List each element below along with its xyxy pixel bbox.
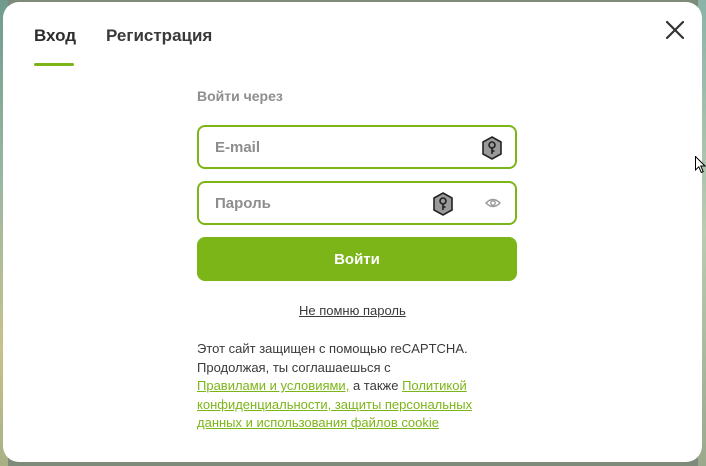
forgot-password-link[interactable]: Не помню пароль <box>299 303 406 318</box>
tab-register[interactable]: Регистрация <box>106 26 212 46</box>
close-icon <box>665 20 685 40</box>
active-tab-indicator <box>34 63 74 66</box>
tab-login[interactable]: Вход <box>34 26 76 46</box>
key-icon[interactable] <box>481 136 503 160</box>
terms-link[interactable]: Правилами и условиями, <box>197 378 349 393</box>
mouse-cursor-icon <box>695 156 706 174</box>
recaptcha-notice: Этот сайт защищен с помощью reCAPTCHA. П… <box>197 340 517 433</box>
email-field-wrapper <box>197 125 517 169</box>
eye-icon[interactable] <box>485 197 501 209</box>
close-button[interactable] <box>663 18 687 42</box>
recaptcha-line1: Этот сайт защищен с помощью reCAPTCHA. <box>197 341 468 356</box>
key-icon[interactable] <box>432 192 454 216</box>
email-field[interactable] <box>199 127 515 167</box>
password-field-wrapper <box>197 181 517 225</box>
password-field[interactable] <box>199 183 515 223</box>
login-via-label: Войти через <box>197 88 283 104</box>
login-submit-button[interactable]: Войти <box>197 237 517 281</box>
and-also-text: а также <box>352 378 399 393</box>
auth-modal: Вход Регистрация Войти через E-mail Войт… <box>3 2 702 462</box>
recaptcha-line2: Продолжая, ты соглашаешься с <box>197 359 391 375</box>
